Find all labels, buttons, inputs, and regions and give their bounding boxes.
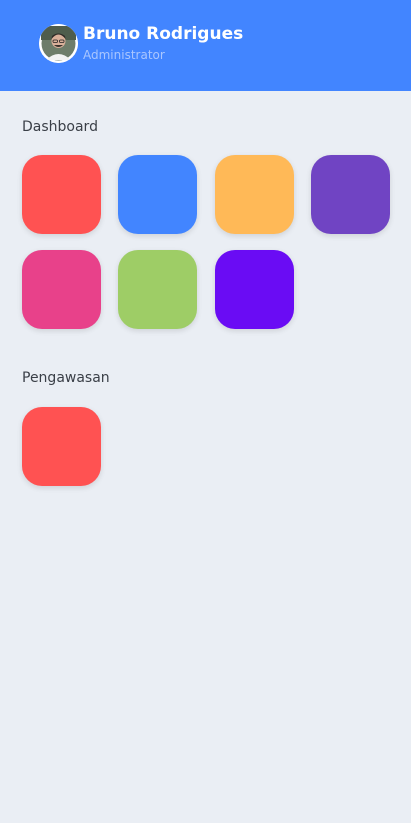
user-role: Administrator [83, 48, 165, 62]
dashboard-tile-2[interactable] [118, 155, 197, 234]
section-title-pengawasan: Pengawasan [22, 370, 110, 386]
dashboard-tile-4[interactable] [311, 155, 390, 234]
dashboard-tile-3[interactable] [215, 155, 294, 234]
dashboard-tile-6[interactable] [118, 250, 197, 329]
avatar[interactable] [39, 24, 78, 63]
pengawasan-tile-1[interactable] [22, 407, 101, 486]
user-photo-icon [39, 24, 78, 63]
dashboard-tile-5[interactable] [22, 250, 101, 329]
user-name: Bruno Rodrigues [83, 24, 244, 44]
dashboard-tile-1[interactable] [22, 155, 101, 234]
dashboard-tile-7[interactable] [215, 250, 294, 329]
section-title-dashboard: Dashboard [22, 119, 98, 135]
app-header: Bruno Rodrigues Administrator [0, 0, 411, 91]
